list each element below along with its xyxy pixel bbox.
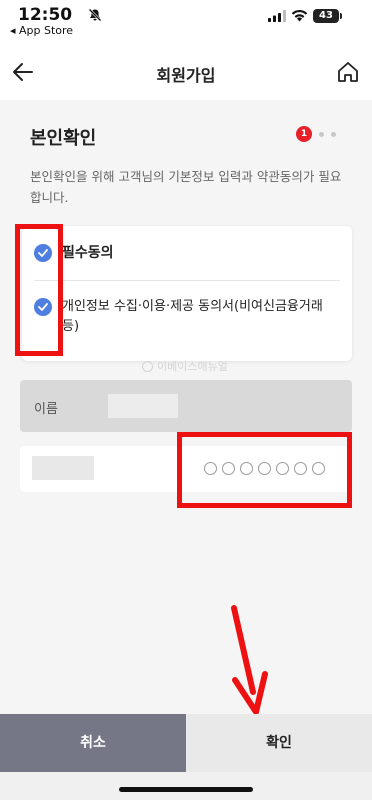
agreement-card: 필수동의 개인정보 수집·이용·제공 동의서(비여신금융거래 등) [22, 226, 352, 361]
name-value-masked [108, 394, 178, 418]
watermark: 이베이스매뉴얼 [142, 358, 228, 374]
page-title: 회원가입 [156, 66, 216, 85]
status-time: 12:50 [18, 5, 73, 25]
agree-item-row[interactable]: 개인정보 수집·이용·제공 동의서(비여신금융거래 등) [34, 298, 337, 337]
back-to-app-store[interactable]: ◂ App Store [10, 24, 73, 37]
watermark-logo-icon [142, 360, 153, 372]
section-title: 본인확인 [30, 128, 97, 149]
home-icon[interactable] [336, 60, 360, 84]
wifi-icon [291, 9, 308, 22]
description-text: 본인확인을 위해 고객님의 기본정보 입력과 약관동의가 필요합니다. [30, 169, 342, 205]
step-dot [331, 131, 336, 137]
name-label: 이름 [34, 402, 58, 417]
watermark-text: 이베이스매뉴얼 [157, 360, 228, 373]
status-bar: 12:50 ◂ App Store 43 [0, 0, 372, 44]
nav-bar: 회원가입 [0, 44, 372, 100]
highlight-box-checkboxes [15, 224, 63, 356]
name-field[interactable]: 이름 [20, 380, 352, 432]
signal-icon [268, 10, 286, 22]
step-current-badge: 1 [296, 126, 312, 142]
divider [34, 280, 340, 281]
bell-slash-icon [88, 8, 102, 22]
step-dot [319, 131, 324, 137]
confirm-button[interactable]: 확인 [186, 714, 372, 772]
agree-item-label[interactable]: 개인정보 수집·이용·제공 동의서(비여신금융거래 등) [62, 297, 337, 337]
annotation-arrow [231, 605, 268, 715]
agree-all-label: 필수동의 [62, 245, 114, 261]
highlight-box-id-input [177, 432, 352, 508]
main-content: 본인확인 1 본인확인을 위해 고객님의 기본정보 입력과 약관동의가 필요합니… [0, 100, 372, 714]
step-indicator: 1 [296, 126, 336, 142]
id-front-masked [32, 456, 94, 480]
battery-icon: 43 [313, 9, 342, 23]
home-indicator[interactable] [119, 787, 253, 792]
cancel-button[interactable]: 취소 [0, 714, 186, 772]
